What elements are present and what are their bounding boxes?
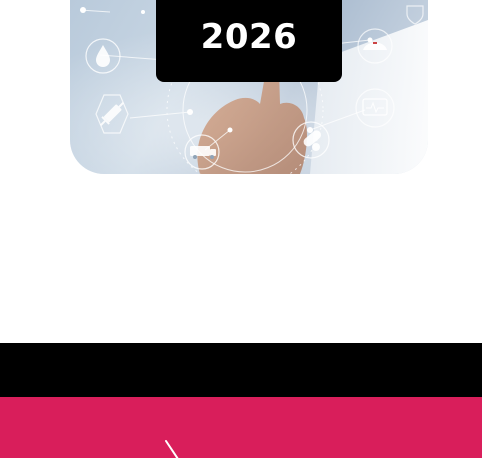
pink-banner bbox=[0, 397, 482, 458]
year-badge: 2026 bbox=[156, 0, 342, 82]
year-label: 2026 bbox=[200, 17, 298, 57]
black-banner bbox=[0, 343, 482, 397]
chevron-icon bbox=[165, 440, 179, 458]
page: 2026 bbox=[0, 0, 482, 458]
hero-image-card[interactable]: 2026 bbox=[70, 0, 428, 174]
